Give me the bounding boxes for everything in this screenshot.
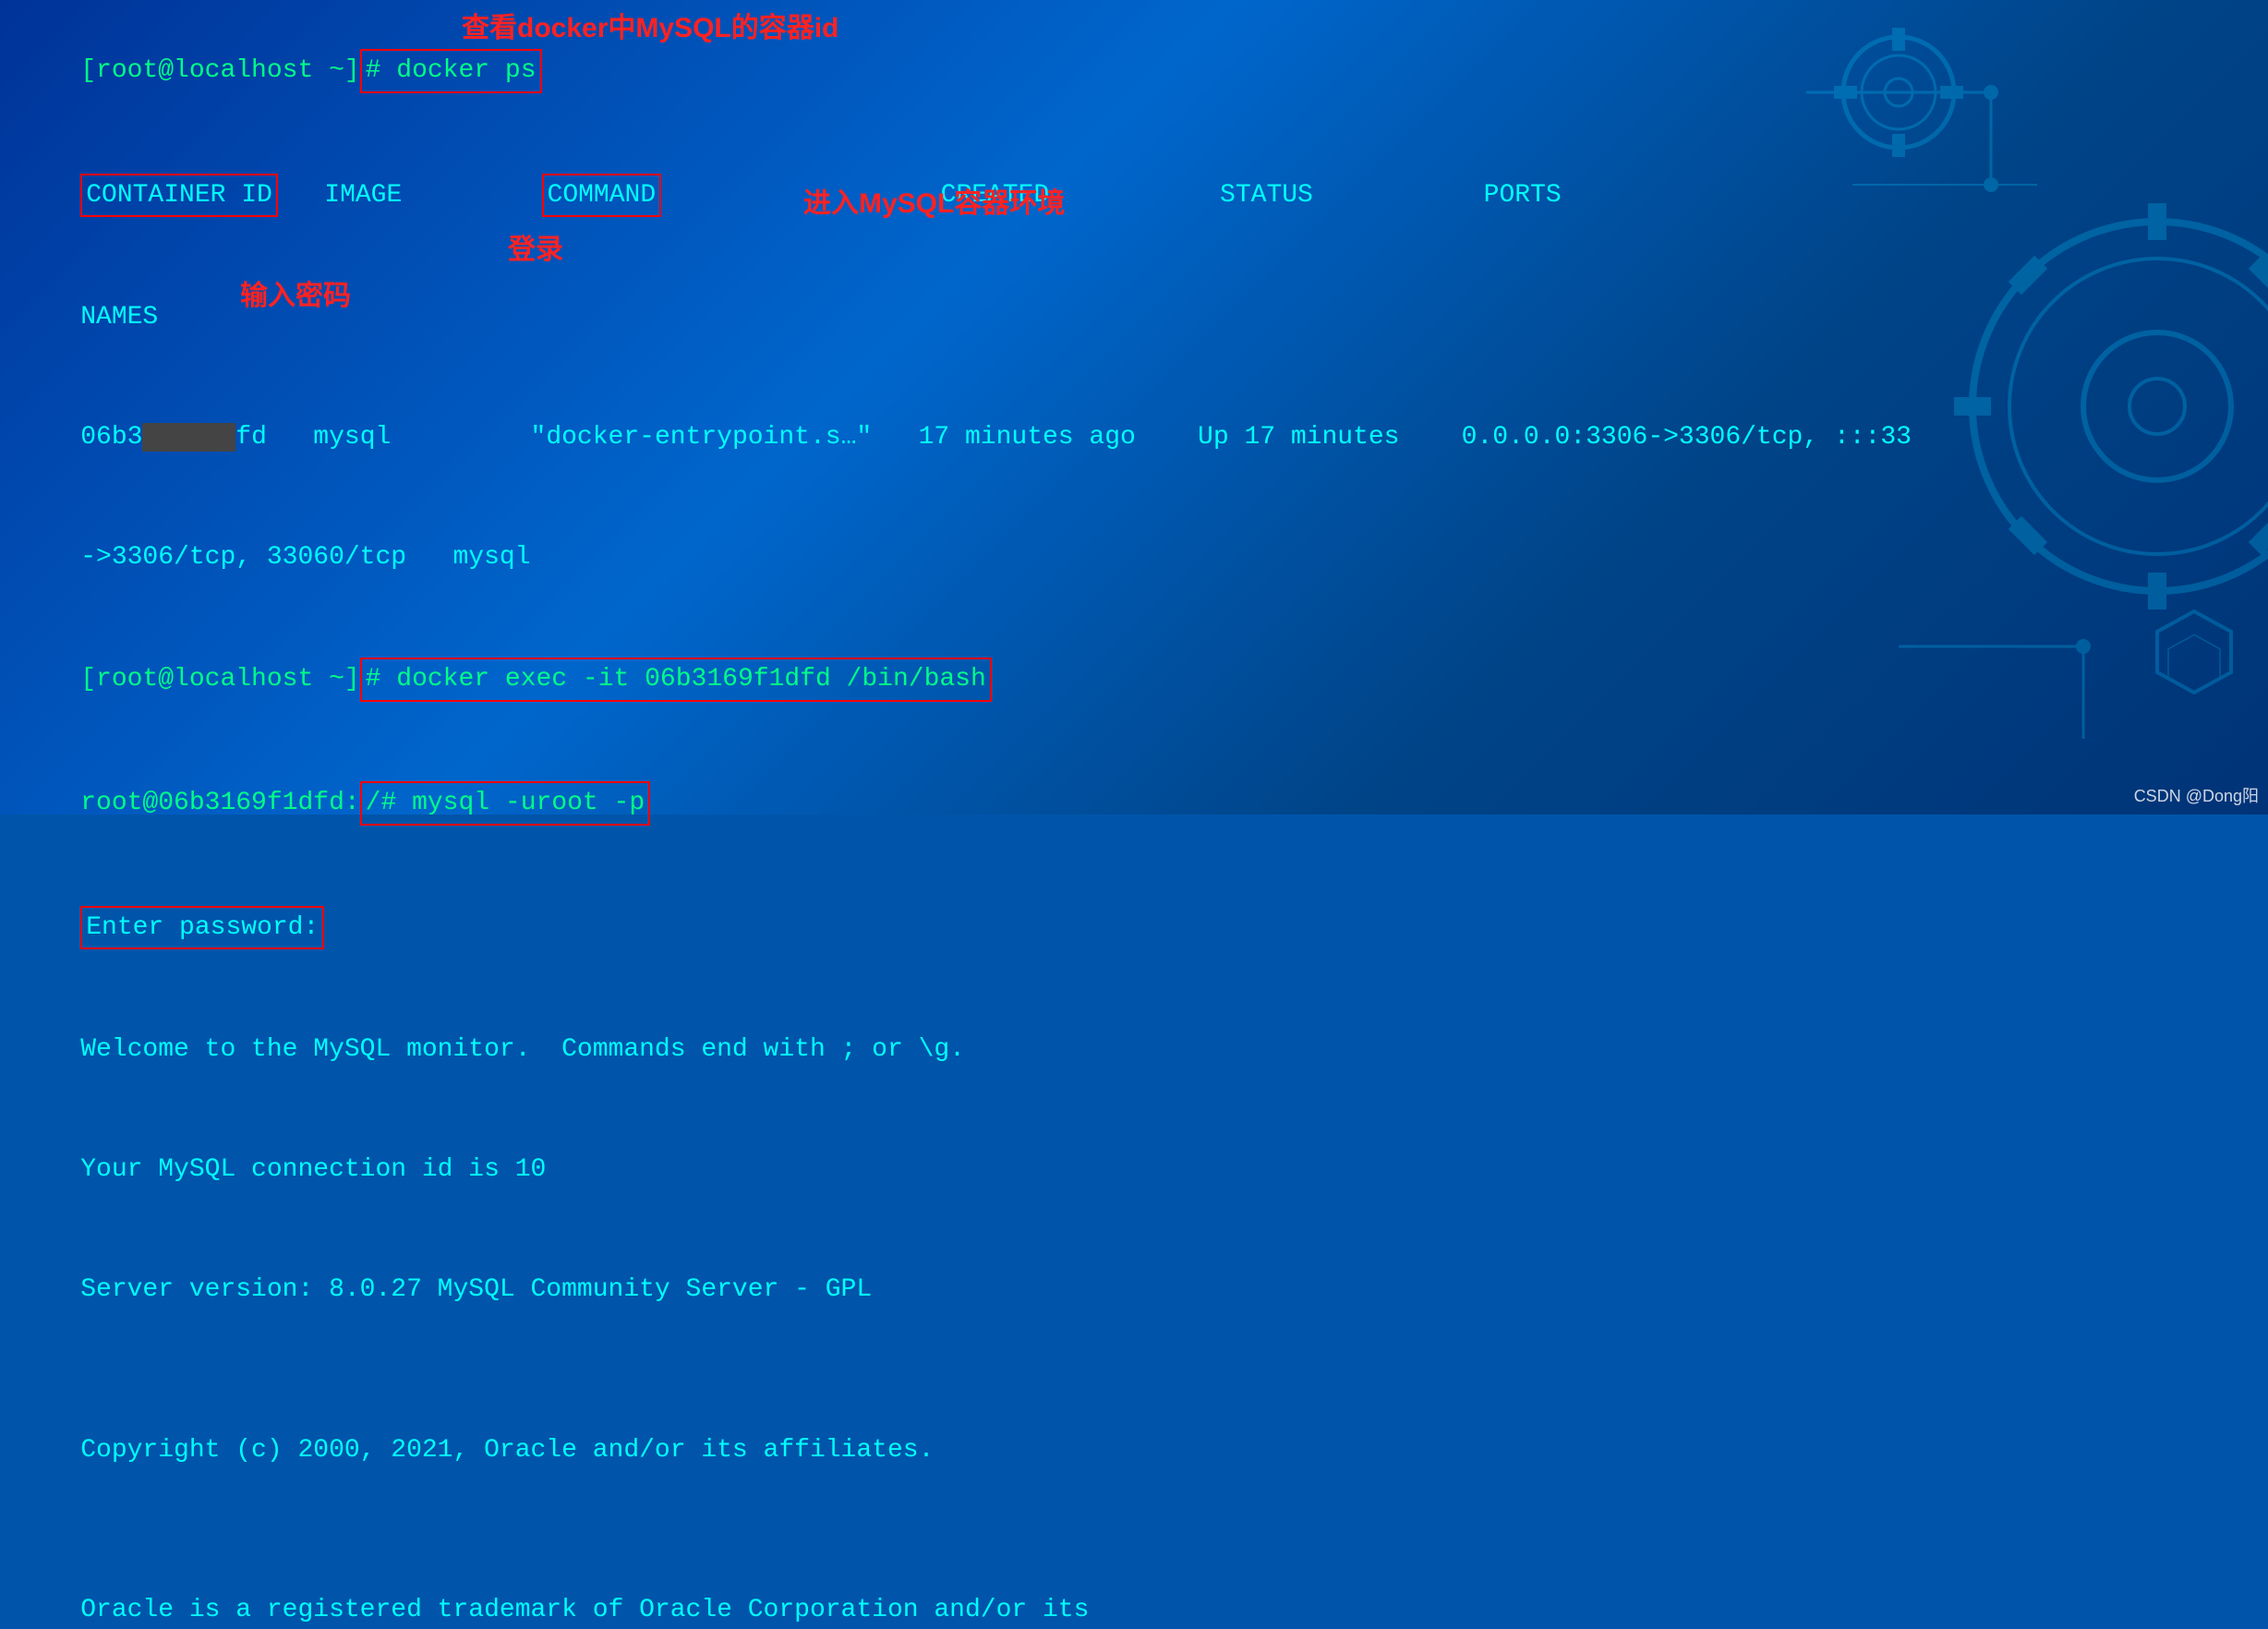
cmd-docker-ps: # docker ps bbox=[360, 49, 542, 92]
terminal-line-9: Welcome to the MySQL monitor. Commands e… bbox=[18, 989, 2250, 1109]
terminal-line-5: ->3306/tcp, 33060/tcp mysql bbox=[18, 498, 2250, 618]
terminal-line-2: CONTAINER ID IMAGE COMMAND CREATED STATU… bbox=[18, 133, 2250, 257]
terminal-line-8: Enter password: bbox=[18, 865, 2250, 989]
prompt-6: [root@localhost ~] bbox=[80, 665, 359, 694]
terminal-line-4: 06b3 fd mysql "docker-entrypoint.s…" 17 … bbox=[18, 378, 2250, 498]
terminal-line-15: Oracle is a registered trademark of Orac… bbox=[18, 1551, 2250, 1629]
terminal-line-7: root@06b3169f1dfd:/# mysql -uroot -p bbox=[18, 742, 2250, 865]
terminal-line-3: NAMES bbox=[18, 257, 2250, 377]
terminal-line-13: Copyright (c) 2000, 2021, Oracle and/or … bbox=[18, 1390, 2250, 1510]
annotation-input-password: 输入密码 bbox=[240, 272, 351, 313]
annotation-title: 查看docker中MySQL的容器id bbox=[462, 5, 838, 45]
command-header: COMMAND bbox=[542, 174, 662, 217]
terminal-line-11: Server version: 8.0.27 MySQL Community S… bbox=[18, 1230, 2250, 1350]
watermark: CSDN @Dong阳 bbox=[2134, 783, 2259, 807]
prompt-7: root@06b3169f1dfd: bbox=[80, 789, 359, 817]
cmd-docker-exec: # docker exec -it 06b3169f1dfd /bin/bash bbox=[360, 658, 992, 701]
container-id-header: CONTAINER ID bbox=[80, 174, 278, 217]
terminal-line-6: [root@localhost ~]# docker exec -it 06b3… bbox=[18, 618, 2250, 742]
terminal-container: 查看docker中MySQL的容器id [root@localhost ~]# … bbox=[0, 0, 2268, 814]
annotation-login: 登录 bbox=[508, 226, 563, 267]
terminal-line-12 bbox=[18, 1350, 2250, 1390]
annotation-enter-mysql: 进入MySQL容器环境 bbox=[803, 180, 1065, 221]
enter-password-label: Enter password: bbox=[80, 906, 324, 949]
cmd-mysql-login: /# mysql -uroot -p bbox=[360, 781, 650, 825]
terminal-line-10: Your MySQL connection id is 10 bbox=[18, 1110, 2250, 1230]
terminal-line-1: [root@localhost ~]# docker ps bbox=[18, 9, 2250, 133]
terminal-line-14 bbox=[18, 1510, 2250, 1550]
redacted-id bbox=[142, 423, 235, 452]
prompt-1: [root@localhost ~] bbox=[80, 56, 359, 85]
